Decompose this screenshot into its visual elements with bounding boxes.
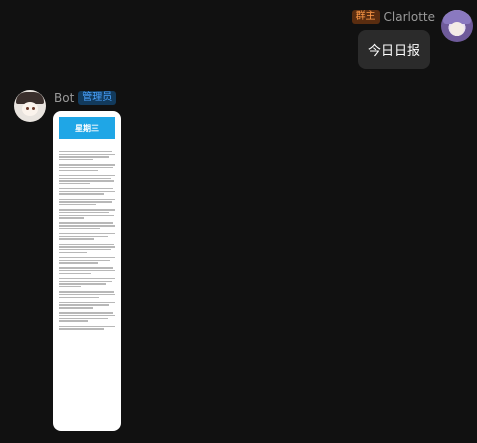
avatar-eye — [26, 107, 29, 110]
bot-avatar[interactable] — [14, 90, 46, 122]
avatar-eye — [32, 107, 35, 110]
report-text-lines — [59, 151, 115, 331]
sender-name[interactable]: Clarlotte — [384, 10, 435, 24]
avatar-face — [22, 102, 38, 116]
owner-badge: 群主 — [351, 10, 380, 24]
sender-name-row: 群主 Clarlotte — [351, 10, 435, 24]
sender-message-bubble[interactable]: 今日日报 — [357, 30, 430, 69]
bot-name[interactable]: Bot — [54, 91, 74, 105]
bot-name-row: Bot 管理员 — [54, 91, 117, 105]
daily-report-image[interactable]: 星期三 — [53, 111, 121, 431]
report-banner: 星期三 — [59, 117, 115, 139]
admin-badge: 管理员 — [78, 91, 117, 105]
report-title: 星期三 — [75, 123, 99, 133]
avatar-face — [450, 22, 464, 36]
sender-avatar[interactable] — [441, 10, 473, 42]
